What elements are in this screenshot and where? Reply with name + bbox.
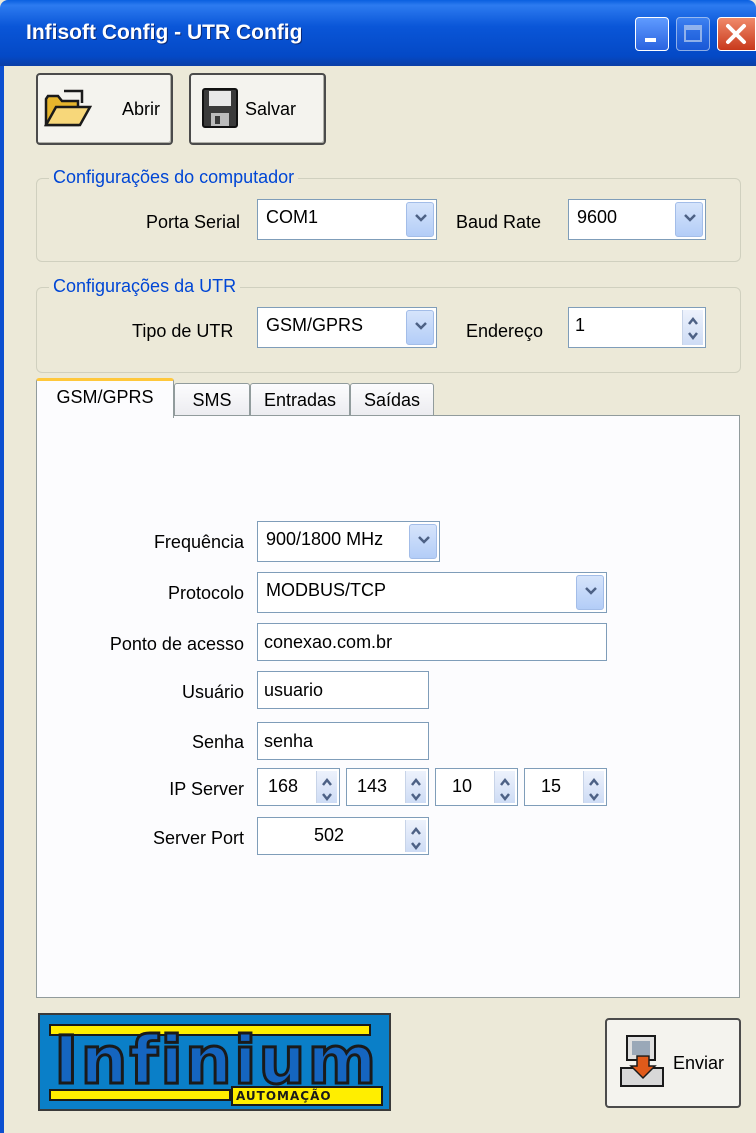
open-button[interactable]: Abrir (36, 73, 173, 145)
send-label: Enviar (673, 1053, 725, 1073)
minimize-icon (645, 38, 656, 42)
password-value: senha (264, 731, 314, 751)
address-value: 1 (575, 315, 586, 335)
serial-port-dropdown-button[interactable] (406, 202, 434, 237)
ip-octet-3-spin-buttons[interactable] (494, 771, 515, 803)
protocol-value: MODBUS/TCP (266, 580, 387, 600)
utr-type-dropdown-button[interactable] (406, 310, 434, 345)
chevron-down-icon (415, 322, 427, 330)
title-bar: Infisoft Config - UTR Config (0, 0, 756, 66)
save-button[interactable]: Salvar (189, 73, 326, 145)
frequency-label: Frequência (153, 532, 244, 552)
chevron-down-icon (418, 536, 430, 544)
server-port-spinner[interactable]: 502 (257, 817, 429, 855)
password-input[interactable]: senha (257, 722, 429, 760)
chevron-down-icon (585, 587, 597, 595)
serial-port-label: Porta Serial (146, 212, 241, 232)
address-spinner[interactable]: 1 (568, 307, 706, 348)
ip-octet-4-value: 15 (541, 776, 562, 796)
ip-server-label: IP Server (169, 779, 244, 799)
serial-port-select[interactable]: COM1 (257, 199, 437, 240)
window-frame (0, 66, 4, 1133)
window-title: Infisoft Config - UTR Config (26, 21, 303, 44)
ip-octet-4-spin-buttons[interactable] (583, 771, 604, 803)
utr-type-select[interactable]: GSM/GPRS (257, 307, 437, 348)
user-value: usuario (264, 680, 324, 700)
baud-rate-select[interactable]: 9600 (568, 199, 706, 240)
server-port-value: 502 (314, 825, 345, 845)
protocol-label: Protocolo (167, 583, 244, 603)
computer-config-title: Configurações do computador (49, 167, 299, 188)
address-label: Endereço (466, 321, 544, 341)
password-label: Senha (191, 732, 244, 752)
baud-rate-value: 9600 (577, 207, 618, 227)
tab-saidas[interactable]: Saídas (350, 383, 434, 415)
save-label: Salvar (245, 99, 297, 119)
open-folder-icon (43, 89, 92, 127)
logo-tagline: AUTOMAÇÃO (236, 1089, 332, 1103)
apn-value: conexao.com.br (264, 632, 393, 652)
frequency-select[interactable]: 900/1800 MHz (257, 521, 440, 562)
spin-arrows-icon (589, 777, 599, 802)
ip-octet-2-spin-buttons[interactable] (405, 771, 426, 803)
close-button[interactable] (717, 17, 756, 51)
spin-arrows-icon (500, 777, 510, 802)
minimize-button[interactable] (635, 17, 669, 51)
ip-octet-1-spin-buttons[interactable] (316, 771, 337, 803)
tab-entradas[interactable]: Entradas (250, 383, 350, 415)
utr-type-label: Tipo de UTR (132, 321, 234, 341)
baud-rate-label: Baud Rate (456, 212, 542, 232)
spin-arrows-icon (322, 777, 332, 802)
spin-arrows-icon (688, 316, 698, 341)
baud-rate-dropdown-button[interactable] (675, 202, 703, 237)
maximize-icon (684, 25, 702, 42)
spin-arrows-icon (411, 826, 421, 851)
apn-input[interactable]: conexao.com.br (257, 623, 607, 661)
ip-octet-3-value: 10 (452, 776, 473, 796)
ip-octet-1-value: 168 (268, 776, 299, 796)
server-port-label: Server Port (152, 828, 244, 848)
chevron-down-icon (415, 214, 427, 222)
protocol-dropdown-button[interactable] (576, 575, 604, 610)
ip-octet-2-value: 143 (357, 776, 388, 796)
chevron-down-icon (684, 214, 696, 222)
protocol-select[interactable]: MODBUS/TCP (257, 572, 607, 613)
spin-arrows-icon (411, 777, 421, 802)
apn-label: Ponto de acesso (109, 634, 244, 654)
frequency-value: 900/1800 MHz (266, 529, 384, 549)
user-input[interactable]: usuario (257, 671, 429, 709)
send-button[interactable]: Enviar (605, 1018, 741, 1108)
floppy-disk-icon (202, 88, 238, 128)
frequency-dropdown-button[interactable] (409, 524, 437, 559)
computer-download-icon (620, 1035, 664, 1087)
address-spin-buttons[interactable] (682, 310, 703, 345)
ip-octet-2-spinner[interactable]: 143 (346, 768, 429, 806)
server-port-spin-buttons[interactable] (405, 820, 426, 852)
ip-octet-3-spinner[interactable]: 10 (435, 768, 518, 806)
maximize-button[interactable] (676, 17, 710, 51)
utr-config-title: Configurações da UTR (49, 276, 241, 297)
utr-type-value: GSM/GPRS (266, 315, 364, 335)
tab-gsm-gprs[interactable]: GSM/GPRS (36, 378, 174, 418)
open-label: Abrir (122, 99, 161, 119)
serial-port-value: COM1 (266, 207, 319, 227)
tab-sms[interactable]: SMS (174, 383, 250, 415)
ip-octet-4-spinner[interactable]: 15 (524, 768, 607, 806)
user-label: Usuário (181, 682, 244, 702)
infinium-logo: Infinium AUTOMAÇÃO (38, 1013, 391, 1111)
close-icon (726, 24, 746, 44)
ip-octet-1-spinner[interactable]: 168 (257, 768, 340, 806)
